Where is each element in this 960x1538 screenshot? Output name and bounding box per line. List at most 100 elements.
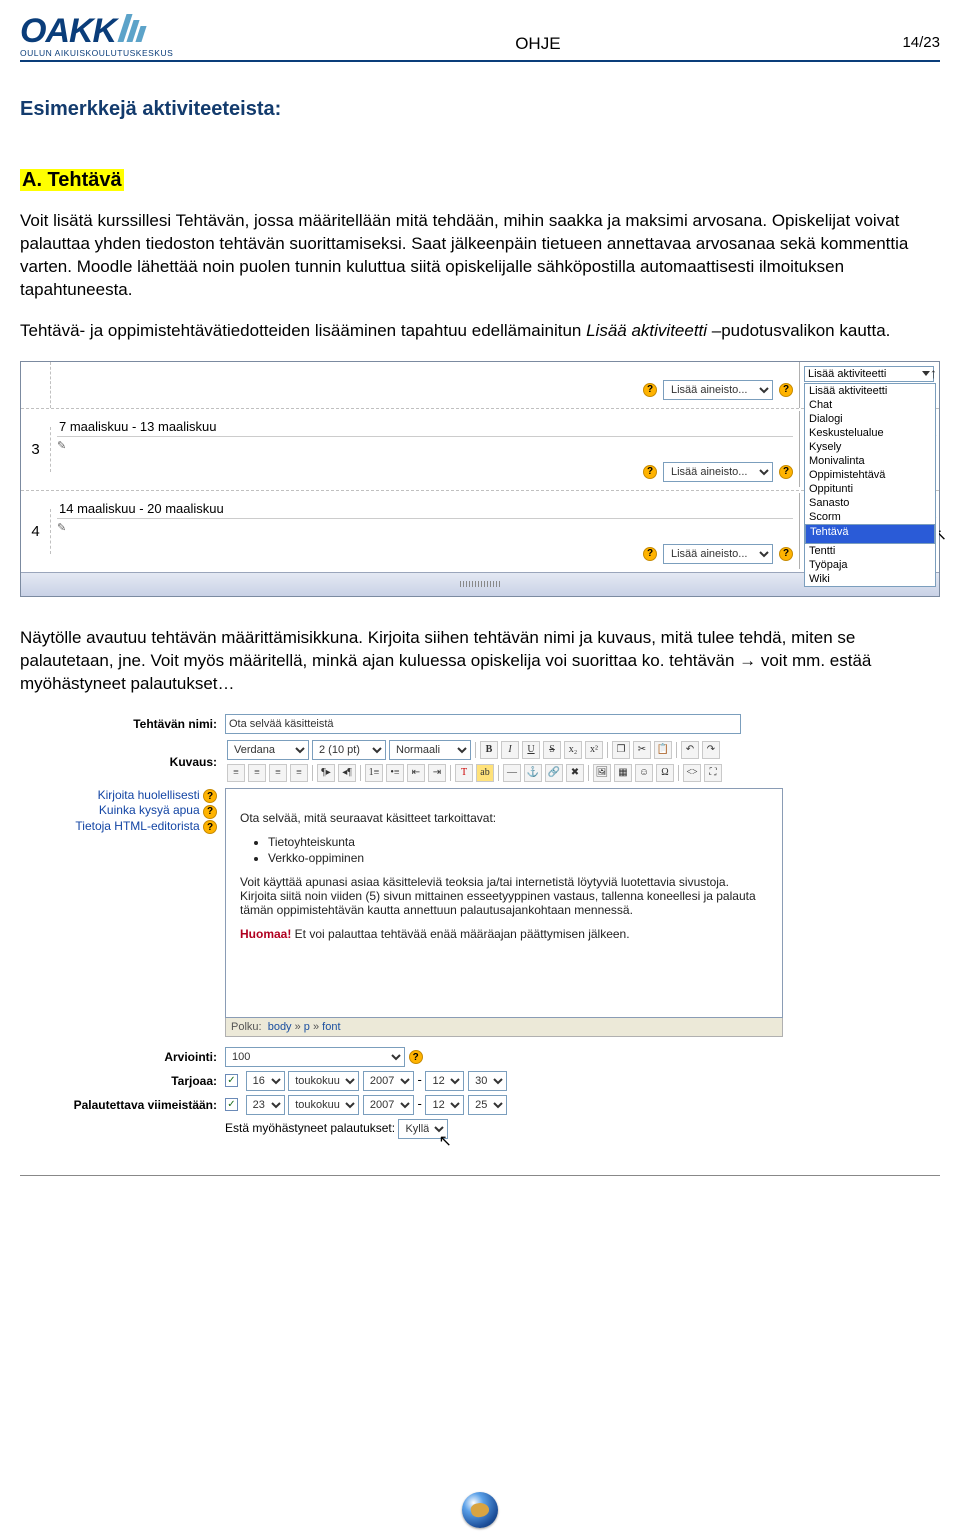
help-icon[interactable]: ? xyxy=(643,547,657,561)
dropdown-item[interactable]: Oppimistehtävä xyxy=(805,468,935,482)
avail-min-select[interactable]: 30 xyxy=(468,1071,507,1091)
strike-icon[interactable]: S xyxy=(543,741,561,759)
align-right-icon[interactable]: ≡ xyxy=(269,764,287,782)
dropdown-item[interactable]: Lisää aktiviteetti xyxy=(805,384,935,398)
dropdown-item[interactable]: Kysely xyxy=(805,440,935,454)
prevent-late-select[interactable]: Kyllä xyxy=(398,1119,448,1139)
due-month-select[interactable]: toukokuu xyxy=(288,1095,359,1115)
path-link[interactable]: font xyxy=(322,1021,340,1033)
redo-icon[interactable]: ↷ xyxy=(702,741,720,759)
dropdown-item[interactable]: Dialogi xyxy=(805,412,935,426)
unordered-list-icon[interactable]: •≡ xyxy=(386,764,404,782)
indent-icon[interactable]: ⇥ xyxy=(428,764,446,782)
avail-month-select[interactable]: toukokuu xyxy=(288,1071,359,1091)
chevron-down-icon xyxy=(922,371,930,376)
dropdown-item[interactable]: Tentti xyxy=(805,544,935,558)
font-family-select[interactable]: Verdana xyxy=(227,740,309,760)
logo: OAKK OULUN AIKUISKOULUTUSKESKUS xyxy=(20,12,173,58)
subscript-icon[interactable]: x₂ xyxy=(564,741,582,759)
dropdown-item[interactable]: Monivalinta xyxy=(805,454,935,468)
paragraph-3: Näytölle avautuu tehtävän määrittämisikk… xyxy=(20,627,940,696)
path-link[interactable]: body xyxy=(268,1021,292,1033)
due-day-select[interactable]: 23 xyxy=(246,1095,285,1115)
align-left-icon[interactable]: ≡ xyxy=(227,764,245,782)
help-icon[interactable]: ? xyxy=(643,383,657,397)
anchor-icon[interactable]: ⚓ xyxy=(524,764,542,782)
help-link[interactable]: Tietoja HTML-editorista xyxy=(75,819,199,833)
heading-examples: Esimerkkejä aktiviteeteista: xyxy=(20,98,940,121)
text-color-icon[interactable]: T xyxy=(455,764,473,782)
dropdown-item[interactable]: Keskustelualue xyxy=(805,426,935,440)
ltr-icon[interactable]: ¶▸ xyxy=(317,764,335,782)
due-hour-select[interactable]: 12 xyxy=(425,1095,464,1115)
label-task-name: Tehtävän nimi: xyxy=(20,714,225,731)
table-icon[interactable]: ▦ xyxy=(614,764,632,782)
editor-body[interactable]: Ota selvää, mitä seuraavat käsitteet tar… xyxy=(225,788,783,1018)
paste-icon[interactable]: 📋 xyxy=(654,741,672,759)
html-source-icon[interactable]: <> xyxy=(683,764,701,782)
help-icon[interactable]: ? xyxy=(643,465,657,479)
outdent-icon[interactable]: ⇤ xyxy=(407,764,425,782)
italic-icon[interactable]: I xyxy=(501,741,519,759)
underline-icon[interactable]: U xyxy=(522,741,540,759)
dropdown-item[interactable]: Oppitunti xyxy=(805,482,935,496)
help-link[interactable]: Kuinka kysyä apua xyxy=(99,803,200,817)
help-icon[interactable]: ? xyxy=(779,383,793,397)
bold-icon[interactable]: B xyxy=(480,741,498,759)
bg-color-icon[interactable]: ab xyxy=(476,764,494,782)
dropdown-item[interactable]: Chat xyxy=(805,398,935,412)
editor-text: Voit käyttää apunasi asiaa käsitteleviä … xyxy=(240,875,768,917)
avail-year-select[interactable]: 2007 xyxy=(363,1071,414,1091)
unlink-icon[interactable]: ✖ xyxy=(566,764,584,782)
dropdown-item[interactable]: Tehtävä xyxy=(805,524,935,544)
arrow-up-icon[interactable]: ↑ xyxy=(930,366,937,380)
help-icon[interactable]: ? xyxy=(779,547,793,561)
available-checkbox[interactable]: ✓ xyxy=(225,1074,238,1087)
add-activity-dropdown[interactable]: Lisää aktiviteetti Lisää aktiviteettiCha… xyxy=(804,366,934,382)
help-icon[interactable]: ? xyxy=(409,1050,423,1064)
due-checkbox[interactable]: ✓ xyxy=(225,1098,238,1111)
avail-hour-select[interactable]: 12 xyxy=(425,1071,464,1091)
add-resource-select[interactable]: Lisää aineisto... xyxy=(663,462,773,482)
font-size-select[interactable]: 2 (10 pt) xyxy=(312,740,386,760)
font-style-select[interactable]: Normaali xyxy=(389,740,471,760)
due-min-select[interactable]: 25 xyxy=(468,1095,507,1115)
undo-icon[interactable]: ↶ xyxy=(681,741,699,759)
dropdown-item[interactable]: Sanasto xyxy=(805,496,935,510)
hr-icon[interactable]: — xyxy=(503,764,521,782)
add-resource-select[interactable]: Lisää aineisto... xyxy=(663,544,773,564)
fullscreen-icon[interactable]: ⛶ xyxy=(704,764,722,782)
copy-icon[interactable]: ❐ xyxy=(612,741,630,759)
link-icon[interactable]: 🔗 xyxy=(545,764,563,782)
help-link[interactable]: Kirjoita huolellisesti xyxy=(98,788,200,802)
label-due: Palautettava viimeistään: xyxy=(20,1095,225,1112)
due-year-select[interactable]: 2007 xyxy=(363,1095,414,1115)
align-center-icon[interactable]: ≡ xyxy=(248,764,266,782)
dropdown-item[interactable]: Scorm xyxy=(805,510,935,524)
help-icon[interactable]: ? xyxy=(203,820,217,834)
ordered-list-icon[interactable]: 1≡ xyxy=(365,764,383,782)
label-description: Kuvaus: xyxy=(20,752,225,769)
avail-day-select[interactable]: 16 xyxy=(246,1071,285,1091)
add-resource-select[interactable]: Lisää aineisto... xyxy=(663,380,773,400)
smiley-icon[interactable]: ☺ xyxy=(635,764,653,782)
help-icon[interactable]: ? xyxy=(203,805,217,819)
edit-icon[interactable]: ✎ xyxy=(57,519,793,534)
rtl-icon[interactable]: ◂¶ xyxy=(338,764,356,782)
dropdown-item[interactable]: Työpaja xyxy=(805,558,935,572)
edit-icon[interactable]: ✎ xyxy=(57,437,793,452)
justify-icon[interactable]: ≡ xyxy=(290,764,308,782)
week-number: 3 xyxy=(21,427,51,472)
help-icon[interactable]: ? xyxy=(203,789,217,803)
dropdown-item[interactable]: Wiki xyxy=(805,572,935,586)
superscript-icon[interactable]: x² xyxy=(585,741,603,759)
splitter-bar[interactable] xyxy=(21,572,939,596)
help-icon[interactable]: ? xyxy=(779,465,793,479)
special-char-icon[interactable]: Ω xyxy=(656,764,674,782)
task-name-input[interactable] xyxy=(225,714,741,734)
image-icon[interactable]: 🖼 xyxy=(593,764,611,782)
cut-icon[interactable]: ✂ xyxy=(633,741,651,759)
week-date-range: 14 maaliskuu - 20 maaliskuu xyxy=(57,499,793,519)
grade-select[interactable]: 100 xyxy=(225,1047,405,1067)
path-link[interactable]: p xyxy=(304,1021,310,1033)
